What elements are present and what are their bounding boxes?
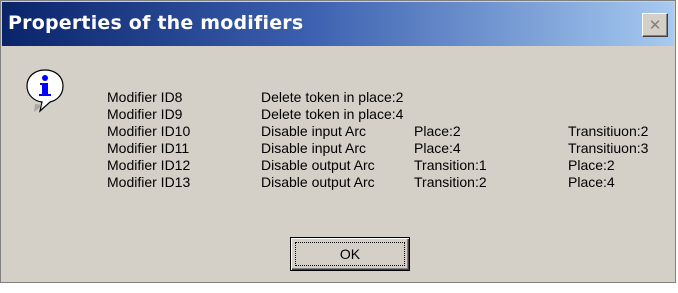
modifier-source: Transition:2 <box>414 174 487 190</box>
information-icon <box>25 67 65 113</box>
modifier-action: Disable output Arc <box>261 157 375 173</box>
modifier-source: Transition:1 <box>414 157 487 173</box>
close-button[interactable]: ✕ <box>642 13 668 37</box>
modifier-id: Modifier ID13 <box>107 174 191 190</box>
ok-button-label: OK <box>295 242 405 266</box>
close-icon: ✕ <box>648 15 662 34</box>
modifier-action: Disable input Arc <box>261 140 367 156</box>
modifier-source: Place:2 <box>414 123 461 139</box>
title-bar[interactable]: Properties of the modifiers ✕ <box>2 2 674 46</box>
modifier-id: Modifier ID11 <box>107 140 190 156</box>
modifier-target: Transitiuon:2 <box>568 123 649 139</box>
modifier-target: Place:4 <box>568 174 615 190</box>
modifier-action: Delete token in place:4 <box>261 106 404 122</box>
modifier-action: Delete token in place:2 <box>261 89 404 105</box>
modifier-id: Modifier ID8 <box>107 89 183 105</box>
modifier-target: Place:2 <box>568 157 615 173</box>
ok-button[interactable]: OK <box>290 237 410 271</box>
modifier-action: Disable output Arc <box>261 174 375 190</box>
modifier-source: Place:4 <box>414 140 461 156</box>
modifier-target: Transitiuon:3 <box>568 140 649 156</box>
modifier-id: Modifier ID9 <box>107 106 183 122</box>
modifier-properties-dialog: Properties of the modifiers ✕ Modifier I… <box>0 0 676 283</box>
dialog-title: Properties of the modifiers <box>8 12 304 34</box>
modifier-id: Modifier ID10 <box>107 123 191 139</box>
modifier-action: Disable input Arc <box>261 123 367 139</box>
modifier-id: Modifier ID12 <box>107 157 191 173</box>
